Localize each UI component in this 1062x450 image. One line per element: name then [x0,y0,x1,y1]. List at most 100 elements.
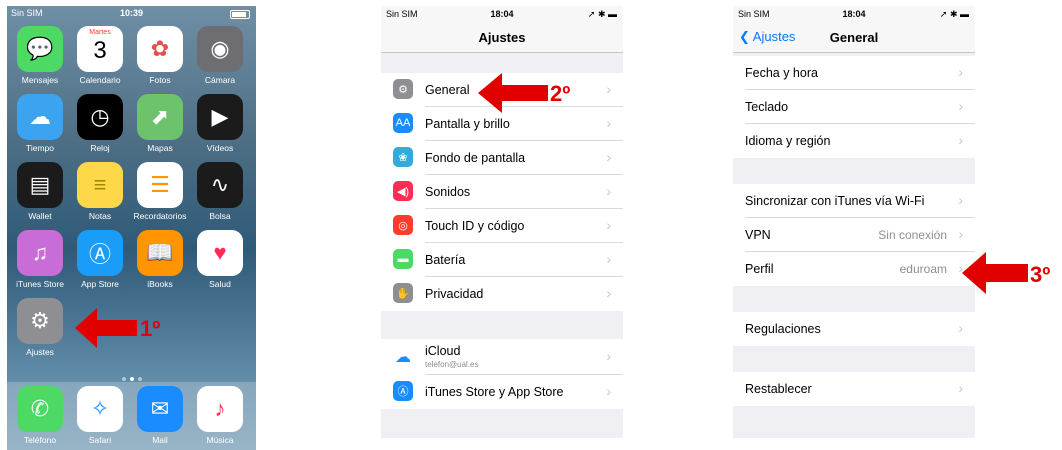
app-wallet[interactable]: ▤ Wallet [10,162,70,221]
app-label: Bolsa [209,211,231,221]
settings-row-bater-a[interactable]: ▬ Batería › [381,243,623,277]
chevron-right-icon: › [606,149,611,165]
settings-row-sonidos[interactable]: ◀) Sonidos › [381,175,623,209]
chevron-right-icon: › [958,192,963,208]
general-row-perfil[interactable]: Perfil eduroam › [733,252,975,286]
general-row-fecha-y-hora[interactable]: Fecha y hora › [733,56,975,90]
dock-app-mail[interactable]: ✉ Mail [130,386,190,445]
row-label: Privacidad [425,287,484,301]
app-messages[interactable]: 💬 Mensajes [10,26,70,85]
sounds-icon: ◀) [393,181,413,201]
calendar-date: 3 [93,37,107,64]
music-icon: ♪ [197,386,243,432]
app-health[interactable]: ♥ Salud [190,230,250,289]
icloud-account: telefon@ual.es [425,360,479,369]
mail-icon: ✉ [137,386,183,432]
row-label: General [425,83,470,97]
home-screen: Sin SIM 10:39 💬 Mensajes Martes 3 Calendario… [7,6,256,450]
reminders-icon: ☰ [137,162,183,208]
general-row-sincronizar-con-itunes-v-a-wi-fi[interactable]: Sincronizar con iTunes vía Wi-Fi › [733,184,975,218]
nav-bar: Ajustes [381,22,623,53]
chevron-right-icon: › [606,348,611,364]
chevron-right-icon: › [958,98,963,114]
settings-row-touch-id-y-c-digo[interactable]: ◎ Touch ID y código › [381,209,623,243]
row-label: Teclado [745,100,789,114]
settings-row-privacidad[interactable]: ✋ Privacidad › [381,277,623,311]
health-icon: ♥ [197,230,243,276]
app-label: Notas [88,211,112,221]
general-row-regulaciones[interactable]: Regulaciones › [733,312,975,346]
app-label: Calendario [79,75,121,85]
general-row-vpn[interactable]: VPN Sin conexión › [733,218,975,252]
app-label: Teléfono [23,435,57,445]
settings-row-fondo-de-pantalla[interactable]: ❀ Fondo de pantalla › [381,141,623,175]
app-ibooks[interactable]: 📖 iBooks [130,230,190,289]
app-label: Ajustes [26,347,54,357]
app-clock[interactable]: ◷ Reloj [70,94,130,153]
app-calendar[interactable]: Martes 3 Calendario [70,26,130,85]
app-notes[interactable]: ≡ Notas [70,162,130,221]
chevron-right-icon: › [606,383,611,399]
app-stocks[interactable]: ∿ Bolsa [190,162,250,221]
row-label: Perfil [745,262,774,276]
general-row-restablecer[interactable]: Restablecer › [733,372,975,406]
dock-app-phone[interactable]: ✆ Teléfono [10,386,70,445]
app-camera[interactable]: ◉ Cámara [190,26,250,85]
arrow-3-icon [962,252,1028,294]
dock-app-music[interactable]: ♪ Música [190,386,250,445]
gear-icon: ⚙ [393,79,413,99]
chevron-right-icon: › [606,183,611,199]
app-label: Safari [88,435,112,445]
chevron-right-icon: › [606,285,611,301]
app-videos[interactable]: ▶ Vídeos [190,94,250,153]
app-label: Mapas [147,143,173,153]
general-row-idioma-y-regi-n[interactable]: Idioma y región › [733,124,975,158]
app-label: Fotos [149,75,171,85]
app-label: Música [206,435,234,445]
row-label: VPN [745,228,771,242]
ibooks-icon: 📖 [137,230,183,276]
chevron-right-icon: › [958,64,963,80]
chevron-right-icon: › [606,115,611,131]
clock-label: 10:39 [119,8,144,18]
app-weather[interactable]: ☁ Tiempo [10,94,70,153]
status-icons: ➚ ✱ ▬ [587,9,617,19]
arrow-1-icon [75,308,137,348]
chevron-right-icon: › [958,226,963,242]
page-title: Ajustes [478,30,526,45]
settings-row-itunes-store[interactable]: ⒶiTunes Store y App Store › [381,375,623,409]
step-2-label: 2º [550,81,571,106]
app-settings[interactable]: ⚙ Ajustes [10,298,70,357]
app-photos[interactable]: ✿ Fotos [130,26,190,85]
app-label: Reloj [90,143,110,153]
app-maps[interactable]: ⬈ Mapas [130,94,190,153]
app-itunes[interactable]: ♫ iTunes Store [10,230,70,289]
arrow-2-icon [478,73,548,113]
appstore-icon: Ⓐ [393,381,413,401]
general-row-teclado[interactable]: Teclado › [733,90,975,124]
appstore-icon: Ⓐ [77,230,123,276]
app-appstore[interactable]: Ⓐ App Store [70,230,130,289]
step-3-label: 3º [1030,262,1051,287]
step-1-label: 1º [140,316,161,341]
row-label: Regulaciones [745,322,821,336]
videos-icon: ▶ [197,94,243,140]
settings-row-icloud[interactable]: ☁ iCloud telefon@ual.es › [381,339,623,375]
maps-icon: ⬈ [137,94,183,140]
row-label: Fondo de pantalla [425,151,526,165]
app-label: Recordatorios [133,211,187,221]
app-reminders[interactable]: ☰ Recordatorios [130,162,190,221]
dock-app-safari[interactable]: ✧ Safari [70,386,130,445]
safari-icon: ✧ [77,386,123,432]
row-label: Sonidos [425,185,471,199]
status-bar: Sin SIM 10:39 [7,6,256,22]
chevron-right-icon: › [958,320,963,336]
row-label: Fecha y hora [745,66,818,80]
clock-label: 18:04 [490,9,514,19]
row-label: Idioma y región [745,134,831,148]
row-label: Batería [425,253,466,267]
app-label: Mensajes [21,75,59,85]
nav-bar: ❮ Ajustes General [733,22,975,53]
weather-icon: ☁ [17,94,63,140]
wallpaper-icon: ❀ [393,147,413,167]
